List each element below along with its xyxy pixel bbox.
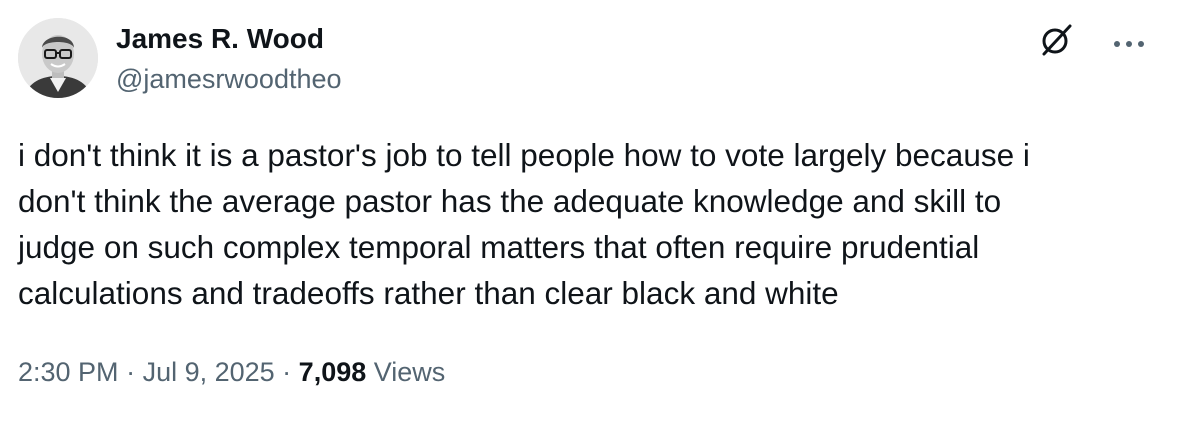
author-handle[interactable]: @jamesrwoodtheo: [116, 62, 342, 96]
tweet-date[interactable]: Jul 9, 2025: [143, 357, 275, 387]
avatar-photo: [18, 18, 98, 98]
tweet-card: James R. Wood @jamesrwoodtheo i don't th…: [0, 0, 1178, 422]
tweet-text: i don't think it is a pastor's job to te…: [18, 132, 1158, 316]
views-count[interactable]: 7,098: [299, 357, 367, 387]
author-name[interactable]: James R. Wood: [116, 22, 324, 56]
grok-icon[interactable]: [1036, 20, 1076, 60]
meta-separator: ·: [118, 357, 143, 387]
more-icon[interactable]: [1112, 36, 1146, 47]
tweet-meta: 2:30 PM · Jul 9, 2025 · 7,098 Views: [18, 354, 445, 390]
tweet-text-line: judge on such complex temporal matters t…: [18, 229, 980, 265]
views-label: Views: [366, 357, 446, 387]
tweet-text-line: calculations and tradeoffs rather than c…: [18, 275, 839, 311]
tweet-time[interactable]: 2:30 PM: [18, 357, 119, 387]
tweet-text-line: i don't think it is a pastor's job to te…: [18, 137, 1030, 173]
avatar[interactable]: [18, 18, 98, 98]
meta-separator: ·: [274, 357, 299, 387]
tweet-text-line: don't think the average pastor has the a…: [18, 183, 1002, 219]
